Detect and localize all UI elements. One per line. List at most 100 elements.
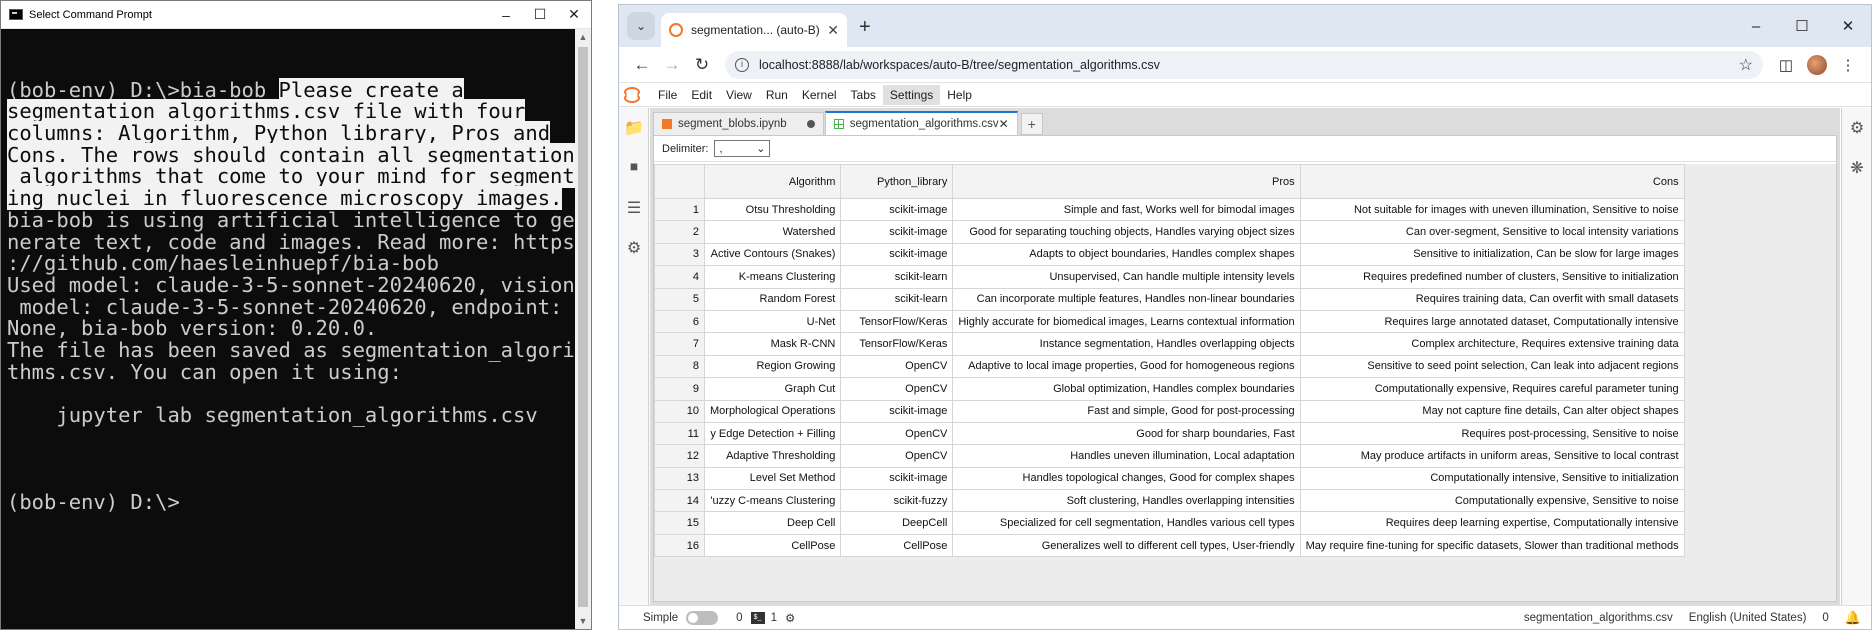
cell-algorithm[interactable]: Deep Cell [703, 511, 842, 535]
tab-csv-close-icon[interactable]: ✕ [999, 117, 1009, 131]
cell-python-library[interactable]: TensorFlow/Keras [840, 309, 954, 334]
cell-pros[interactable]: Highly accurate for biomedical images, L… [952, 309, 1301, 334]
corner-cell[interactable] [654, 164, 705, 199]
menu-view[interactable]: View [719, 85, 759, 105]
cell-pros[interactable]: Can incorporate multiple features, Handl… [952, 287, 1301, 311]
menu-kernel[interactable]: Kernel [795, 85, 844, 105]
command-prompt-window[interactable]: Select Command Prompt – ☐ ✕ (bob-env) D:… [0, 0, 592, 630]
simple-mode-toggle[interactable] [686, 610, 719, 625]
close-button[interactable]: ✕ [557, 1, 591, 28]
table-row[interactable]: 3 Active Contours (Snakes) scikit-image Ada… [654, 242, 1685, 267]
row-number[interactable]: 13 [654, 466, 705, 491]
cell-cons[interactable]: May produce artifacts in uniform areas, … [1299, 444, 1685, 468]
cell-pros[interactable]: Soft clustering, Handles overlapping int… [952, 489, 1301, 513]
row-number[interactable]: 16 [654, 533, 705, 558]
column-header-pros[interactable]: Pros [952, 164, 1301, 199]
terminal-output[interactable]: (bob-env) D:\>bia-bob Please create a seg… [1, 29, 575, 629]
cell-python-library[interactable]: scikit-fuzzy [840, 489, 954, 513]
row-number[interactable]: 5 [654, 287, 705, 311]
folder-icon[interactable]: 📁 [619, 108, 649, 148]
cell-cons[interactable]: Sensitive to seed point selection, Can l… [1299, 354, 1685, 379]
cell-python-library[interactable]: scikit-image [840, 466, 954, 491]
cell-cons[interactable]: Requires training data, Can overfit with… [1299, 287, 1685, 311]
running-kernels-icon[interactable]: ⏹ [619, 148, 649, 188]
cell-cons[interactable]: Computationally expensive, Sensitive to … [1299, 489, 1685, 513]
cell-python-library[interactable]: scikit-image [840, 399, 954, 423]
forward-icon[interactable]: → [657, 50, 687, 80]
row-number[interactable]: 8 [654, 354, 705, 379]
menu-help[interactable]: Help [940, 85, 979, 105]
cell-pros[interactable]: Good for sharp boundaries, Fast [952, 421, 1301, 446]
cell-algorithm[interactable]: Adaptive Thresholding [703, 444, 842, 468]
cell-python-library[interactable]: OpenCV [840, 421, 954, 446]
bell-icon[interactable]: 🔔 [1845, 610, 1861, 626]
cell-algorithm[interactable]: Graph Cut [703, 377, 842, 401]
minimize-button[interactable]: – [489, 1, 523, 28]
row-number[interactable]: 4 [654, 265, 705, 289]
browser-window[interactable]: ⌄ segmentation... (auto-B) - Jupyt ✕ + –… [618, 4, 1872, 630]
cell-pros[interactable]: Fast and simple, Good for post-processin… [952, 399, 1301, 423]
tab-csv[interactable]: segmentation_algorithms.csv ✕ [824, 111, 1018, 135]
table-row[interactable]: 2 Watershed scikit-image Good for separatin… [654, 220, 1685, 244]
table-row[interactable]: 12 Adaptive Thresholding OpenCV Handles une… [654, 444, 1685, 468]
browser-menu-icon[interactable]: ⋮ [1833, 56, 1863, 74]
menu-run[interactable]: Run [759, 85, 795, 105]
cmd-scrollbar[interactable]: ▲ ▼ [575, 29, 591, 629]
cell-cons[interactable]: Complex architecture, Requires extensive… [1299, 332, 1685, 356]
cell-pros[interactable]: Adaptive to local image properties, Good… [952, 354, 1301, 379]
tab-close-icon[interactable]: ✕ [827, 22, 839, 39]
cell-python-library[interactable]: scikit-learn [840, 287, 954, 311]
address-bar[interactable]: i localhost:8888/lab/workspaces/auto-B/t… [725, 50, 1763, 79]
table-row[interactable]: 15 Deep Cell DeepCell Specialized for cell … [654, 511, 1685, 535]
column-header-python-library[interactable]: Python_library [840, 164, 954, 199]
table-row[interactable]: 8 Region Growing OpenCV Adaptive to local i… [654, 354, 1685, 379]
tab-search-icon[interactable]: ⌄ [627, 12, 655, 40]
row-number[interactable]: 12 [654, 444, 705, 468]
cell-python-library[interactable]: OpenCV [840, 377, 954, 401]
row-number[interactable]: 15 [654, 511, 705, 535]
cell-pros[interactable]: Instance segmentation, Handles overlappi… [952, 332, 1301, 356]
column-header-algorithm[interactable]: Algorithm [703, 164, 842, 199]
cell-cons[interactable]: Requires post-processing, Sensitive to n… [1299, 421, 1685, 446]
cell-algorithm[interactable]: Level Set Method [703, 466, 842, 491]
browser-tab-jupyter[interactable]: segmentation... (auto-B) - Jupyt ✕ [661, 13, 847, 47]
cell-cons[interactable]: Requires deep learning expertise, Comput… [1299, 511, 1685, 535]
row-number[interactable]: 9 [654, 377, 705, 401]
cell-algorithm[interactable]: y Edge Detection + Filling [703, 421, 842, 446]
cell-pros[interactable]: Good for separating touching objects, Ha… [952, 220, 1301, 244]
cell-algorithm[interactable]: Region Growing [703, 354, 842, 379]
cmd-titlebar[interactable]: Select Command Prompt – ☐ ✕ [1, 1, 591, 29]
csv-grid-area[interactable]: Algorithm Python_library Pros Cons 1 Otsu… [654, 164, 1836, 601]
table-row[interactable]: 7 Mask R-CNN TensorFlow/Keras Instance segm… [654, 332, 1685, 356]
table-row[interactable]: 6 U-Net TensorFlow/Keras Highly accurate fo… [654, 309, 1685, 334]
cell-python-library[interactable]: CellPose [840, 533, 954, 558]
cell-pros[interactable]: Global optimization, Handles complex bou… [952, 377, 1301, 401]
cell-python-library[interactable]: OpenCV [840, 444, 954, 468]
cell-algorithm[interactable]: U-Net [703, 309, 842, 334]
new-tab-button[interactable]: + [859, 16, 871, 39]
cell-pros[interactable]: Adapts to object boundaries, Handles com… [952, 242, 1301, 267]
row-number[interactable]: 7 [654, 332, 705, 356]
cell-cons[interactable]: May not capture fine details, Can alter … [1299, 399, 1685, 423]
cell-cons[interactable]: Can over-segment, Sensitive to local int… [1299, 220, 1685, 244]
cell-python-library[interactable]: scikit-image [840, 197, 954, 222]
tab-notebook[interactable]: segment_blobs.ipynb [653, 112, 824, 135]
menu-edit[interactable]: Edit [684, 85, 719, 105]
back-icon[interactable]: ← [627, 50, 657, 80]
row-number[interactable]: 6 [654, 309, 705, 334]
cell-algorithm[interactable]: Active Contours (Snakes) [703, 242, 842, 267]
site-info-icon[interactable]: i [735, 57, 749, 72]
cell-python-library[interactable]: scikit-learn [840, 265, 954, 289]
cell-cons[interactable]: Computationally intensive, Sensitive to … [1299, 466, 1685, 491]
cell-cons[interactable]: Computationally expensive, Requires care… [1299, 377, 1685, 401]
kernel-count[interactable]: 0 [736, 612, 742, 624]
maximize-button[interactable]: ☐ [523, 1, 557, 28]
table-row[interactable]: 1 Otsu Thresholding scikit-image Simple and… [654, 197, 1685, 222]
cell-cons[interactable]: May require fine-tuning for specific dat… [1299, 533, 1685, 558]
column-header-cons[interactable]: Cons [1299, 164, 1685, 199]
browser-close-button[interactable]: ✕ [1825, 5, 1871, 47]
browser-maximize-button[interactable]: ☐ [1779, 5, 1825, 47]
cell-cons[interactable]: Not suitable for images with uneven illu… [1299, 197, 1685, 222]
scrollbar-thumb[interactable] [578, 47, 588, 607]
cell-pros[interactable]: Specialized for cell segmentation, Handl… [952, 511, 1301, 535]
